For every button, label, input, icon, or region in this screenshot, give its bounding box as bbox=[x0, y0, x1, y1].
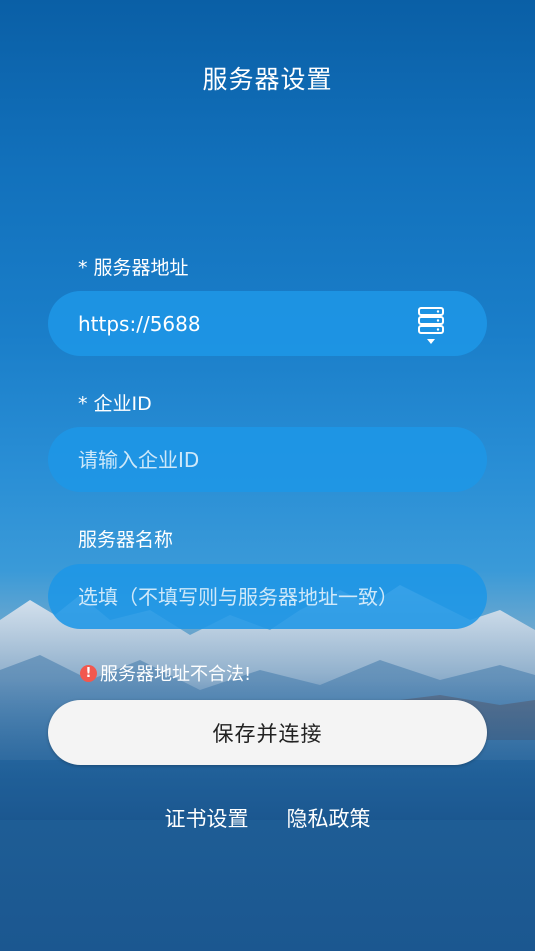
server-address-input[interactable] bbox=[78, 311, 398, 336]
page-title: 服务器设置 bbox=[202, 65, 333, 94]
enterprise-id-label: * 企业ID bbox=[78, 393, 152, 415]
enterprise-id-input[interactable] bbox=[78, 447, 398, 472]
server-address-label: * 服务器地址 bbox=[78, 257, 189, 279]
server-list-button[interactable] bbox=[415, 305, 447, 345]
server-name-input[interactable] bbox=[78, 584, 468, 609]
save-and-connect-button[interactable]: 保存并连接 bbox=[48, 700, 487, 765]
enterprise-id-field[interactable] bbox=[48, 427, 487, 492]
caret-down-icon bbox=[427, 339, 435, 344]
server-name-label: 服务器名称 bbox=[78, 529, 174, 551]
error-text: 服务器地址不合法! bbox=[100, 664, 252, 685]
error-message: ! 服务器地址不合法! bbox=[80, 660, 251, 686]
certificate-settings-link[interactable]: 证书设置 bbox=[165, 803, 249, 833]
server-name-field[interactable] bbox=[48, 564, 487, 629]
privacy-policy-link[interactable]: 隐私政策 bbox=[287, 803, 371, 833]
exclamation-circle-icon: ! bbox=[80, 664, 97, 682]
footer-links: 证书设置 隐私政策 bbox=[0, 803, 535, 833]
server-stack-icon bbox=[418, 307, 444, 344]
server-address-field[interactable] bbox=[48, 291, 487, 356]
